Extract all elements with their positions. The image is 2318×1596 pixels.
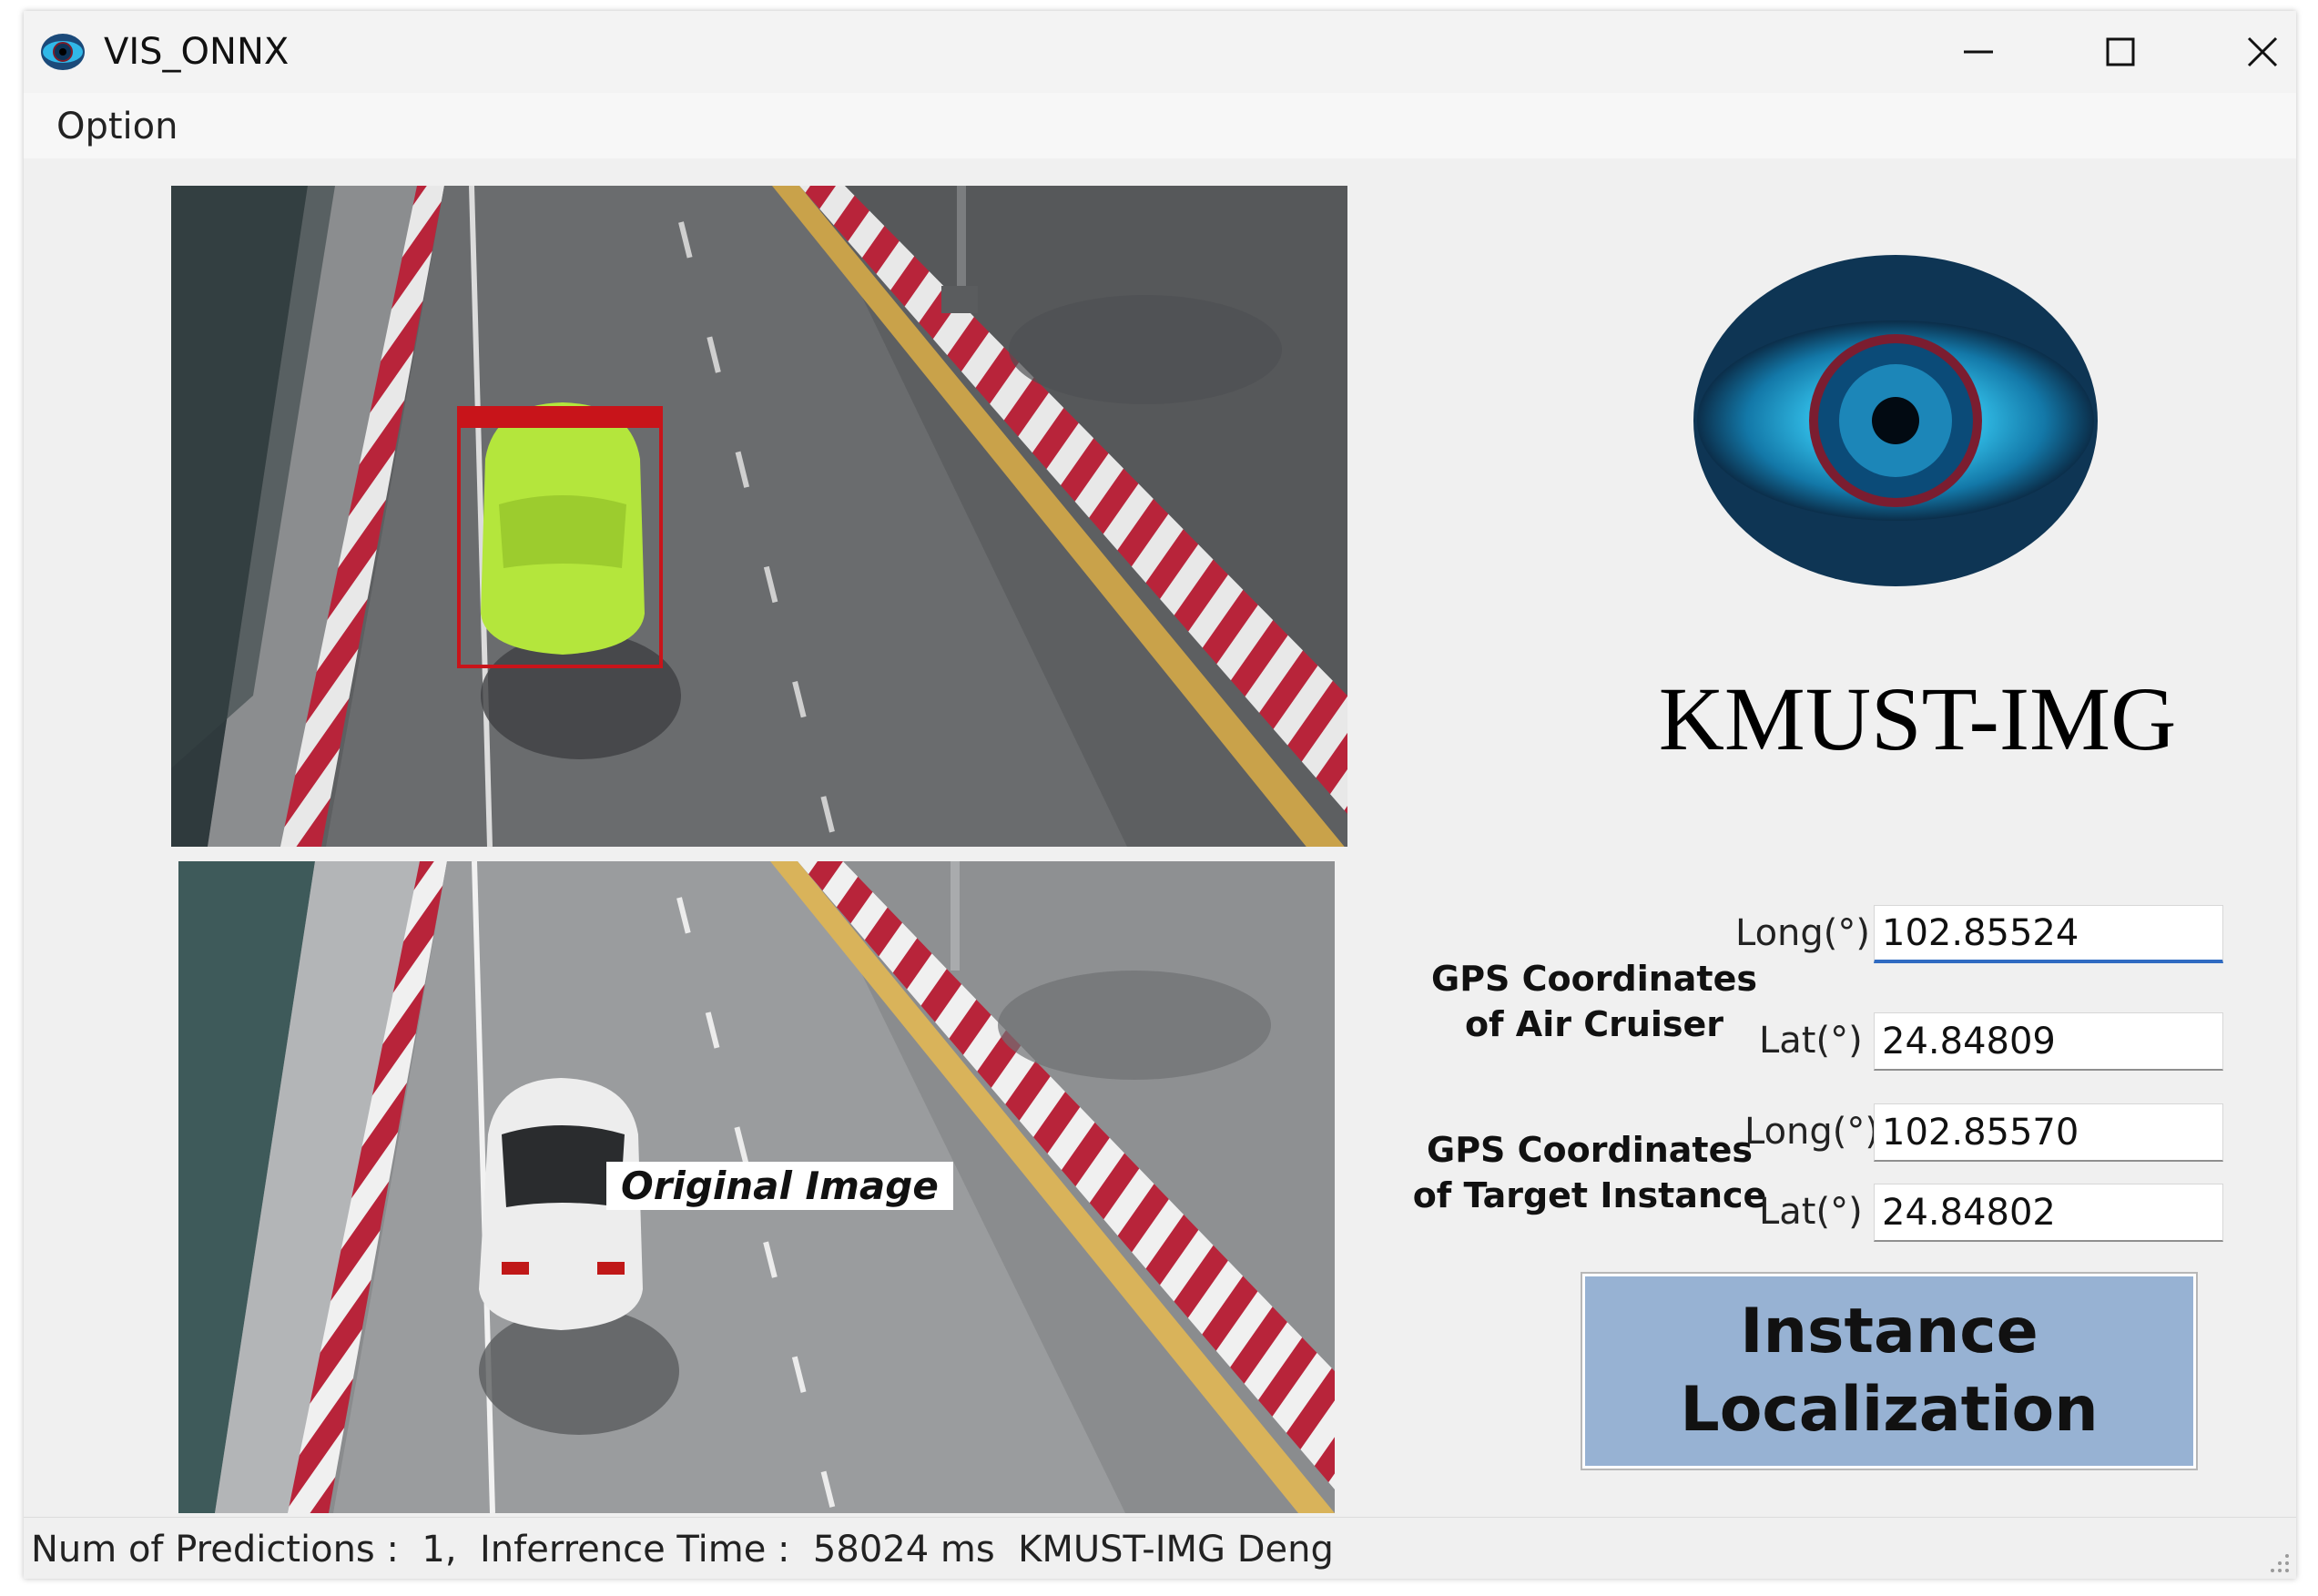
cruiser-lat-input[interactable] xyxy=(1874,1012,2223,1071)
maximize-button[interactable] xyxy=(2079,24,2161,80)
minimize-button[interactable] xyxy=(1937,24,2019,80)
target-long-input[interactable] xyxy=(1874,1103,2223,1162)
maximize-icon xyxy=(2106,37,2135,66)
cruiser-long-input[interactable] xyxy=(1874,905,2223,963)
resize-grip-icon[interactable] xyxy=(2265,1549,2291,1574)
minimize-icon xyxy=(1964,50,1993,54)
detection-image xyxy=(171,186,1347,847)
status-bar: Num of Predictions : 1, Inferrence Time … xyxy=(24,1517,2296,1579)
close-button[interactable] xyxy=(2221,24,2296,80)
close-icon xyxy=(2247,36,2278,67)
eye-icon xyxy=(1693,255,2098,586)
menu-bar: Option xyxy=(24,93,2296,158)
gps-target-label: GPS Coordinates of Target Instance xyxy=(1412,1130,1767,1215)
target-long-label: Long(°) xyxy=(1744,1111,1880,1153)
title-bar[interactable]: VIS_ONNX xyxy=(24,11,2296,93)
cruiser-lat-label: Lat(°) xyxy=(1759,1020,1863,1062)
gps-cruiser-label: GPS Coordinates of Air Cruiser xyxy=(1431,959,1757,1044)
target-lat-label: Lat(°) xyxy=(1759,1191,1863,1233)
target-lat-input[interactable] xyxy=(1874,1184,2223,1242)
original-image: Original Image xyxy=(178,861,1335,1513)
instance-localization-button[interactable]: Instance Localization xyxy=(1581,1272,2198,1470)
status-text: Num of Predictions : 1, Inferrence Time … xyxy=(31,1529,1334,1571)
eye-icon xyxy=(41,34,85,70)
cruiser-long-label: Long(°) xyxy=(1735,912,1871,954)
window-title: VIS_ONNX xyxy=(104,31,290,73)
menu-option[interactable]: Option xyxy=(51,106,184,147)
brand-name: KMUST-IMG xyxy=(1658,668,2177,769)
detection-scene xyxy=(171,186,1347,847)
app-window: VIS_ONNX Option Original Image KMUST-IMG… xyxy=(24,11,2296,1579)
original-image-caption: Original Image xyxy=(606,1162,953,1210)
